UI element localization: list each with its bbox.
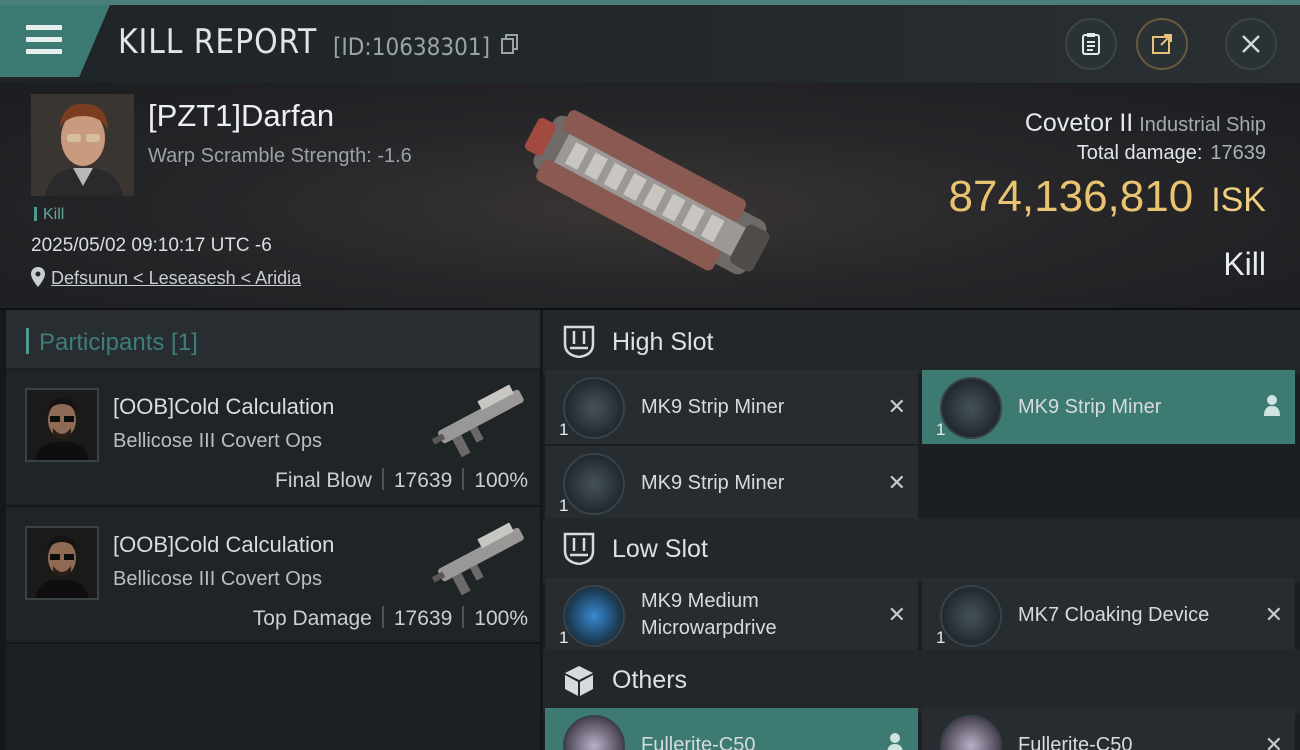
participant-stats: Final Blow 17639 100% [275, 468, 528, 493]
report-id: [ID:10638301] [333, 33, 491, 61]
participant-ship: Bellicose III Covert Ops [113, 430, 322, 452]
location-link[interactable]: Defsunun < Leseasesh < Aridia [51, 268, 301, 288]
others-title: Others [612, 666, 688, 694]
kill-tag: Kill [34, 206, 64, 224]
isk-amount: 874,136,810 [948, 172, 1194, 221]
strip-miner-icon [940, 377, 1002, 439]
cube-icon [565, 666, 593, 696]
module-name: MK9 Strip Miner [641, 396, 785, 418]
participant-role: Final Blow [275, 469, 372, 492]
module-name-line1: MK9 Medium [641, 590, 759, 612]
strip-miner-icon [563, 453, 625, 515]
microwarpdrive-icon [563, 585, 625, 647]
cloaking-device-icon [940, 585, 1002, 647]
kill-tag-label: Kill [43, 206, 65, 223]
ship-class: Industrial Ship [1139, 114, 1266, 136]
participant-avatar[interactable] [25, 388, 99, 462]
dropped-person-icon [887, 733, 903, 750]
dropped-person-icon [1264, 395, 1280, 416]
destroyed-icon: ✕ [887, 394, 906, 419]
total-damage-value: 17639 [1210, 142, 1266, 164]
isk-currency: ISK [1211, 181, 1266, 219]
participant-stats: Top Damage 17639 100% [253, 606, 528, 631]
destroyed-icon: ✕ [1264, 602, 1283, 627]
copy-icon[interactable] [501, 34, 519, 54]
kill-location[interactable]: Defsunun < Leseasesh < Aridia [31, 267, 301, 289]
module-qty: 1 [559, 628, 569, 647]
kill-result: Kill [1223, 246, 1266, 282]
participant-role: Top Damage [252, 607, 372, 630]
participant-name[interactable]: [OOB]Cold Calculation [113, 532, 334, 558]
fullerite-icon [563, 715, 625, 750]
module-slot[interactable]: Fullerite-C50 ✕ [922, 708, 1295, 750]
warp-scramble-strength: Warp Scramble Strength: -1.6 [148, 145, 412, 167]
victim-avatar[interactable] [31, 94, 134, 196]
module-slot[interactable]: 1 MK9 Medium Microwarpdrive ✕ [545, 578, 918, 652]
high-slot-title: High Slot [612, 328, 714, 356]
ship-name[interactable]: Covetor II [1025, 109, 1133, 137]
destroyed-icon: ✕ [1264, 732, 1283, 750]
close-icon [1242, 35, 1260, 53]
participant-name[interactable]: [OOB]Cold Calculation [113, 394, 334, 420]
weapon-icon [431, 522, 524, 596]
strip-miner-icon [563, 377, 625, 439]
ship-image [524, 110, 770, 275]
module-qty: 1 [559, 420, 569, 439]
module-qty: 1 [936, 628, 946, 647]
total-damage-label: Total damage: [1076, 142, 1203, 164]
module-qty: 1 [936, 420, 946, 439]
low-slot-title: Low Slot [612, 535, 708, 563]
module-name: MK9 Strip Miner [641, 472, 785, 494]
module-slot[interactable]: 1 MK9 Strip Miner ✕ [545, 370, 918, 444]
page-title: KILL REPORT [118, 22, 318, 62]
module-slot[interactable]: 1 MK7 Cloaking Device ✕ [922, 578, 1295, 652]
kill-datetime: 2025/05/02 09:10:17 UTC -6 [31, 235, 272, 256]
fullerite-icon [940, 715, 1002, 750]
location-pin-icon [31, 267, 45, 287]
share-icon [1152, 34, 1172, 54]
participant-percent: 100% [474, 469, 528, 492]
participant-avatar[interactable] [25, 526, 99, 600]
participants-title-label: Participants [1] [39, 329, 198, 356]
module-slot[interactable]: Fullerite-C50 [545, 708, 918, 750]
module-qty: 1 [559, 496, 569, 515]
total-damage: Total damage: 17639 [1077, 142, 1266, 165]
weapon-icon [431, 384, 524, 458]
participant-damage: 17639 [393, 607, 453, 630]
ship-name-line: Covetor II Industrial Ship [1025, 109, 1266, 138]
isk-value: 874,136,810 ISK [949, 172, 1267, 222]
menu-icon [26, 25, 62, 55]
module-slot[interactable]: 1 MK9 Strip Miner ✕ [545, 446, 918, 520]
participant-damage: 17639 [393, 469, 453, 492]
participants-title: Participants [1] [26, 328, 198, 357]
module-name: MK9 Strip Miner [1018, 396, 1162, 418]
module-name: MK7 Cloaking Device [1018, 604, 1210, 626]
participant-percent: 100% [474, 607, 528, 630]
participant-ship: Bellicose III Covert Ops [113, 568, 322, 590]
destroyed-icon: ✕ [887, 470, 906, 495]
share-button[interactable] [1136, 18, 1188, 70]
close-button[interactable] [1225, 18, 1277, 70]
module-slot[interactable]: 1 MK9 Strip Miner [922, 370, 1295, 444]
module-name-line2: Microwarpdrive [641, 617, 777, 639]
clipboard-button[interactable] [1065, 18, 1117, 70]
destroyed-icon: ✕ [887, 602, 906, 627]
low-slot-icon [563, 532, 595, 565]
high-slot-icon [563, 325, 595, 358]
module-name: Fullerite-C50 [641, 734, 756, 750]
victim-name[interactable]: [PZT1]Darfan [148, 98, 334, 134]
clipboard-icon [1082, 33, 1100, 55]
module-name: Fullerite-C50 [1018, 734, 1133, 750]
